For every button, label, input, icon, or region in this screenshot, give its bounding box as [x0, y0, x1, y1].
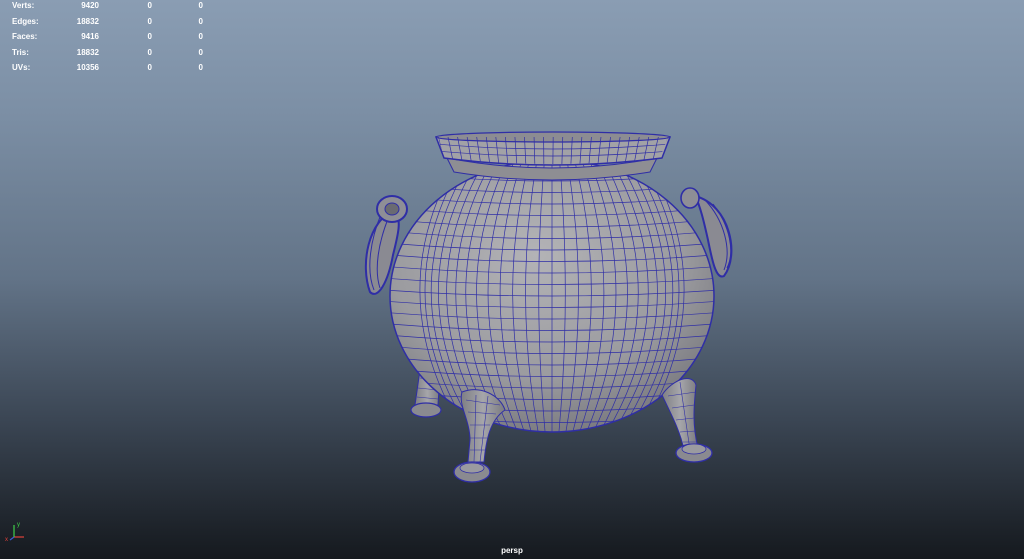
axis-gizmo: x y — [5, 522, 24, 542]
front-leg-right — [661, 377, 713, 463]
cauldron-rim — [434, 131, 672, 181]
axis-y-label: y — [17, 522, 20, 528]
cauldron-mesh[interactable] — [0, 0, 1024, 559]
axis-x-label: x — [5, 537, 8, 542]
camera-name-label: persp — [501, 546, 523, 555]
front-leg-left — [453, 389, 506, 483]
axis-z-line — [9, 536, 15, 541]
maya-viewport[interactable]: Verts: 9420 0 0 Edges: 18832 0 0 Faces: … — [0, 0, 1024, 559]
